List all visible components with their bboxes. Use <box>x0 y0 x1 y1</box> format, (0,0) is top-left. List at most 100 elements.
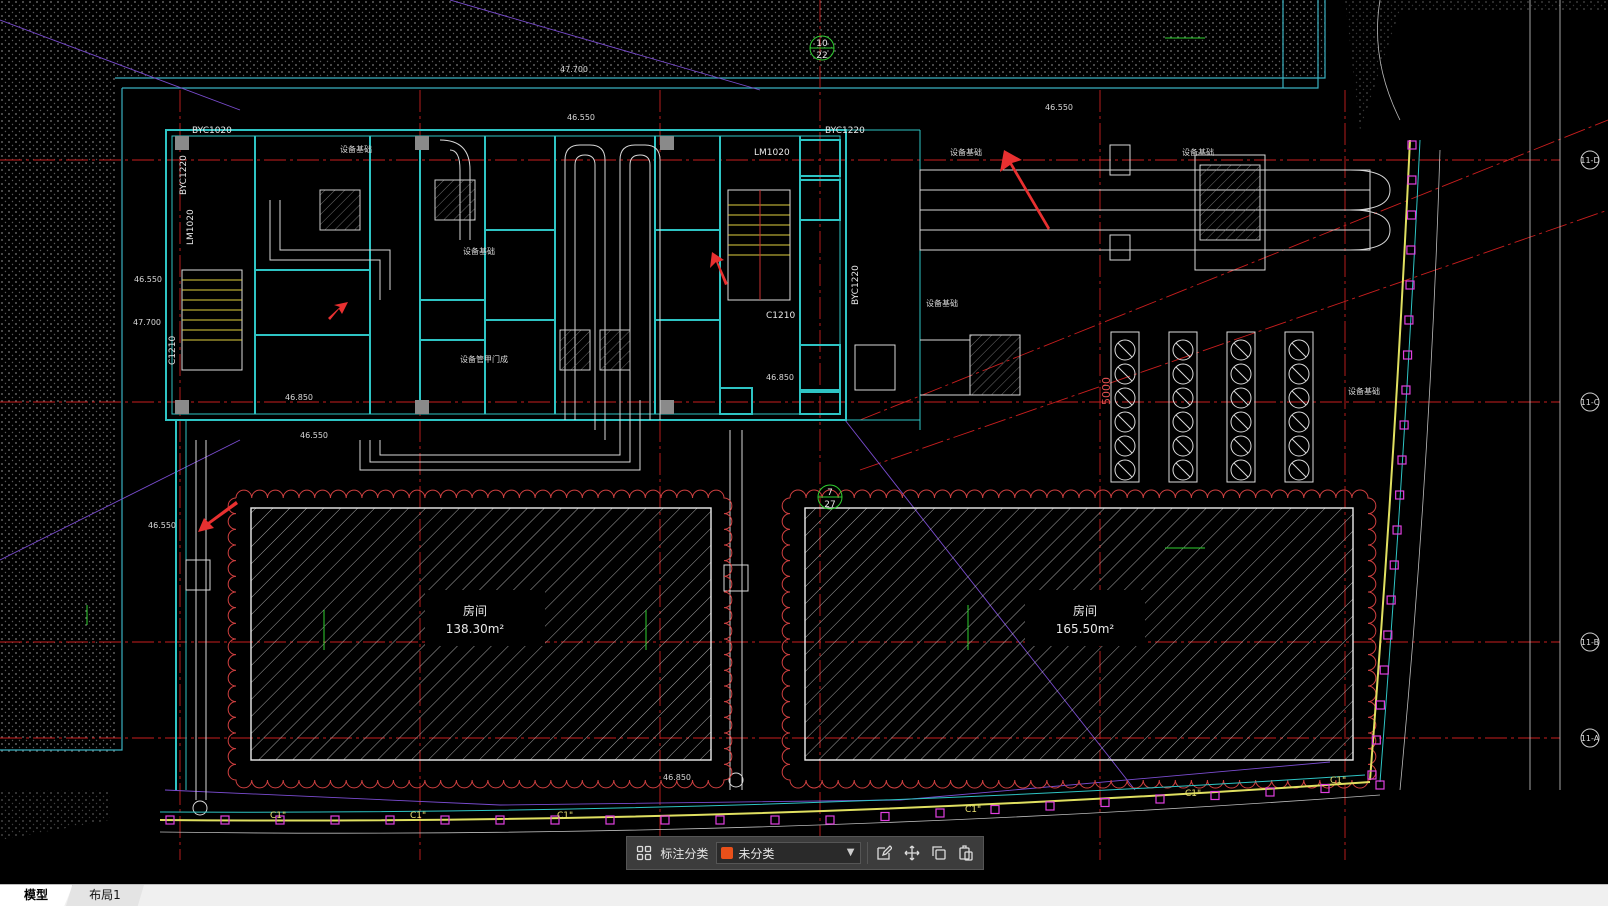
elevation-label: 47.700 <box>133 318 161 327</box>
grid-bubble-number: 10 <box>816 39 828 49</box>
elevation-label: 46.550 <box>1045 103 1073 112</box>
grid-bubble-ref: 22 <box>816 51 827 61</box>
fan-blade <box>1175 390 1191 406</box>
equipment-label: 设备基础 <box>926 298 958 308</box>
columns <box>175 136 674 414</box>
arrow-annotation-3 <box>328 302 348 320</box>
door-label: BYC1020 <box>192 126 232 136</box>
facade-column-marker <box>1100 797 1110 808</box>
tab-model[interactable]: 模型 <box>0 885 73 906</box>
facade-column-marker <box>990 804 1000 815</box>
facade-column-marker <box>1406 245 1416 255</box>
elevation-label: 46.850 <box>285 393 313 402</box>
material-label: C1" <box>270 811 286 821</box>
fan-blade <box>1291 366 1307 382</box>
fan-blade <box>1175 414 1191 430</box>
edit-icon[interactable] <box>873 842 894 864</box>
equipment-label: 设备基础 <box>1182 147 1214 157</box>
copy-icon[interactable] <box>928 842 949 864</box>
category-grid-icon[interactable] <box>633 842 654 864</box>
facade-column-marker <box>715 815 725 825</box>
material-label: C1" <box>965 805 981 815</box>
facade-column-marker <box>1375 780 1385 790</box>
room-name: 房间 <box>1073 603 1097 618</box>
elevation-label: 46.550 <box>148 521 176 530</box>
tab-layout1[interactable]: 布局1 <box>66 885 144 906</box>
fan-grid <box>1110 331 1314 483</box>
grid-axis-label: 11-D <box>1580 156 1599 165</box>
category-selected-value: 未分类 <box>738 846 775 861</box>
annotation-toolbar: 标注分类 未分类 ▼ <box>626 836 984 870</box>
door-label: C1210 <box>168 336 178 365</box>
facade-column-marker <box>1392 525 1402 535</box>
grid-axis-label: 11-C <box>1581 398 1600 407</box>
door-label: BYC1220 <box>179 155 189 195</box>
fan-blade <box>1291 462 1307 478</box>
facade-column-marker <box>935 808 945 818</box>
grid-axis-label: 11-B <box>1581 638 1599 647</box>
fan-blade <box>1291 342 1307 358</box>
grid-axis-label: 11-A <box>1581 734 1600 743</box>
fan-blade <box>1233 342 1249 358</box>
right-axis-lines <box>1529 0 1561 790</box>
elevation-label: 46.550 <box>134 275 162 284</box>
grid-bubble-ref: 27 <box>824 500 835 510</box>
fan-blade <box>1117 414 1133 430</box>
facade-column-marker <box>1402 350 1413 360</box>
door-label: BYC1220 <box>851 265 861 305</box>
fan-blade <box>1175 438 1191 454</box>
category-select[interactable]: 未分类 ▼ <box>716 842 861 864</box>
material-label: C1" <box>410 811 426 821</box>
facade-column-marker <box>660 815 670 825</box>
category-color-swatch <box>721 847 734 859</box>
room-name: 房间 <box>463 603 487 618</box>
layout-tab-bar: 模型 布局1 <box>0 884 1608 906</box>
material-label: C1" <box>1330 776 1346 786</box>
fan-blade <box>1175 462 1191 478</box>
door-note: 设备管甲门成 <box>460 354 508 364</box>
fan-blade <box>1117 366 1133 382</box>
fan-blade <box>1117 342 1133 358</box>
door-label: LM1020 <box>186 209 196 245</box>
elevation-label: 46.550 <box>300 431 328 440</box>
fan-blade <box>1117 462 1133 478</box>
facade-column-marker <box>1045 801 1055 811</box>
fan-blade <box>1117 438 1133 454</box>
toolbar-divider <box>866 842 868 864</box>
fan-blade <box>1175 366 1191 382</box>
equipment-label: 设备基础 <box>463 246 495 256</box>
elevation-label: 47.700 <box>560 65 588 74</box>
door-label: BYC1220 <box>825 126 865 136</box>
facade-column-marker <box>825 815 835 825</box>
fan-blade <box>1233 462 1249 478</box>
elevation-label: 46.850 <box>663 773 691 782</box>
equipment-label: 设备基础 <box>340 144 372 154</box>
equipment-label: 设备基础 <box>1348 386 1380 396</box>
material-label: C1" <box>1185 789 1201 799</box>
facade-column-marker <box>880 811 890 822</box>
facade-column-marker <box>1389 560 1399 570</box>
door-label: LM1020 <box>754 148 790 158</box>
fan-blade <box>1291 414 1307 430</box>
room-area: 138.30m² <box>446 622 505 636</box>
door-label: C1210 <box>766 311 795 321</box>
paste-icon[interactable] <box>956 842 977 864</box>
facade-column-marker <box>770 815 780 825</box>
fan-blade <box>1233 438 1249 454</box>
material-label: C1" <box>557 811 573 821</box>
elevation-label: 46.850 <box>766 373 794 382</box>
chevron-down-icon: ▼ <box>846 847 855 858</box>
fan-blade <box>1233 414 1249 430</box>
cad-drawing[interactable]: 房间 138.30m² 房间 165.50m² BYC1020 BYC1220 LM1020… <box>0 0 1608 884</box>
facade-column-marker <box>1379 665 1389 675</box>
fan-blade <box>1175 342 1191 358</box>
drawing-canvas[interactable]: 房间 138.30m² 房间 165.50m² BYC1020 BYC1220 LM1020… <box>0 0 1608 884</box>
grid-bubble-number: 7 <box>827 488 833 498</box>
move-icon[interactable] <box>901 842 922 864</box>
facade-column-marker <box>1375 700 1385 710</box>
room-areas <box>250 507 1354 761</box>
facade-column-marker <box>1404 315 1414 325</box>
arrow-annotation-4 <box>198 501 238 532</box>
fan-blade <box>1233 390 1249 406</box>
elevation-label: 46.550 <box>567 113 595 122</box>
